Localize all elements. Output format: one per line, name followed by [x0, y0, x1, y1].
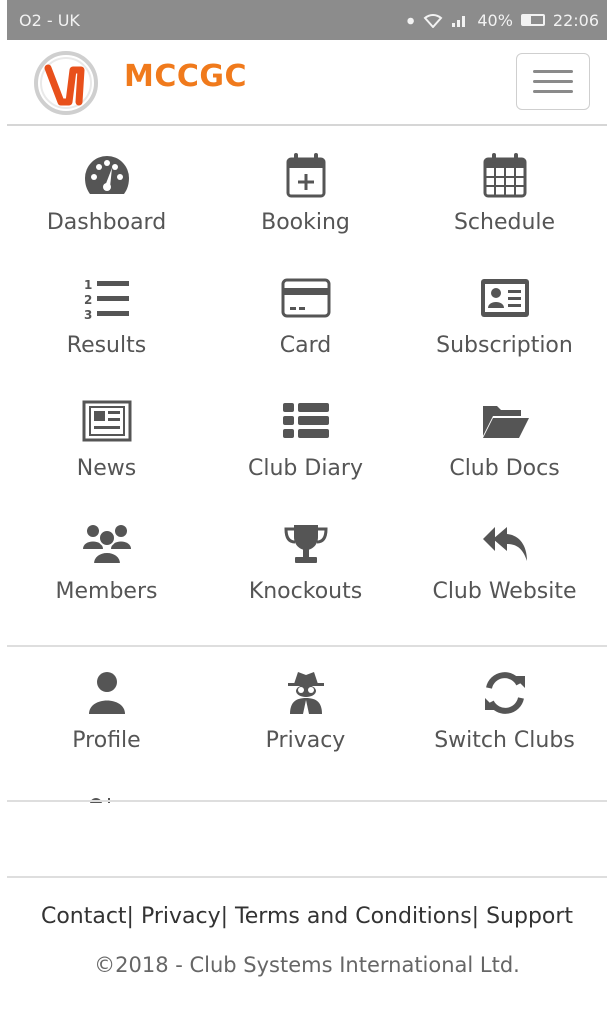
- signal-icon: [452, 16, 466, 27]
- tile-label: Results: [66, 333, 147, 358]
- menu-tile-profile[interactable]: Profile: [7, 668, 206, 778]
- list-icon: [282, 403, 329, 438]
- copyright-text: ©2018 - Club Systems International Ltd.: [94, 953, 520, 977]
- tile-label: Club Diary: [248, 456, 363, 481]
- tile-label: Members: [55, 579, 158, 604]
- menu-tile-club-diary[interactable]: Club Diary: [206, 396, 405, 519]
- main-menu-grid: Dashboard Booking Schedule 1 2 3 Results: [7, 150, 607, 642]
- menu-tile-club-docs[interactable]: Club Docs: [405, 396, 604, 519]
- user-icon: [88, 672, 125, 714]
- reply-all-icon: [482, 527, 527, 561]
- link-separator: |: [220, 904, 229, 929]
- menu-tile-switch-clubs[interactable]: Switch Clubs: [405, 668, 604, 778]
- refresh-icon: [484, 672, 525, 714]
- menu-toggle-button[interactable]: [516, 53, 590, 110]
- tile-label: Knockouts: [248, 579, 363, 604]
- link-separator: |: [471, 904, 480, 929]
- menu-tile-dashboard[interactable]: Dashboard: [7, 150, 206, 273]
- menu-tile-booking[interactable]: Booking: [206, 150, 405, 273]
- tile-label: News: [76, 456, 137, 481]
- hamburger-line: [533, 90, 573, 93]
- tile-label: Profile: [72, 728, 141, 753]
- svg-text:1: 1: [84, 278, 92, 292]
- folder-open-icon: [482, 406, 529, 438]
- menu-tile-news[interactable]: News: [7, 396, 206, 519]
- tile-label: Schedule: [453, 210, 556, 235]
- section-divider: [7, 800, 607, 802]
- menu-divider: [7, 645, 607, 647]
- wifi-icon: [423, 14, 443, 28]
- carrier-label: O2 - UK: [19, 10, 80, 30]
- trophy-icon: [283, 525, 328, 563]
- tile-label: Booking: [261, 210, 350, 235]
- brand-name[interactable]: MCCGC: [124, 59, 247, 94]
- tile-label: Card: [279, 333, 332, 358]
- svg-text:3: 3: [84, 308, 92, 321]
- tile-label: Club Website: [432, 579, 577, 604]
- credit-card-icon: [281, 278, 330, 318]
- navbar: MCCGC: [7, 40, 607, 126]
- mccgc-logo-icon[interactable]: [33, 50, 99, 116]
- battery-percent: 40%: [477, 10, 513, 30]
- tile-label: Dashboard: [46, 210, 167, 235]
- footer-divider: [7, 876, 607, 878]
- privacy-link[interactable]: Privacy: [141, 904, 221, 929]
- users-icon: [82, 525, 131, 565]
- tile-label: Club Docs: [449, 456, 560, 481]
- ordered-list-icon: 1 2 3: [84, 278, 129, 321]
- tile-label: Privacy: [265, 728, 346, 753]
- user-secret-icon: [287, 672, 324, 714]
- link-separator: |: [126, 904, 134, 929]
- menu-tile-schedule[interactable]: Schedule: [405, 150, 604, 273]
- vibrate-icon: ⦁: [406, 11, 416, 29]
- svg-text:2: 2: [84, 293, 92, 307]
- id-card-icon: [480, 279, 529, 317]
- menu-tile-privacy[interactable]: Privacy: [206, 668, 405, 778]
- status-bar: O2 - UK ⦁ 40% 22:06: [7, 0, 607, 40]
- status-icons: ⦁ 40% 22:06: [407, 11, 599, 30]
- menu-tile-knockouts[interactable]: Knockouts: [206, 519, 405, 642]
- tile-label: Subscription: [436, 333, 573, 358]
- calendar-icon: [483, 153, 526, 198]
- battery-icon: [520, 14, 545, 26]
- tile-label: Switch Clubs: [434, 728, 575, 753]
- newspaper-icon: [82, 400, 131, 442]
- menu-tile-results[interactable]: 1 2 3 Results: [7, 273, 206, 396]
- calendar-plus-icon: [286, 153, 325, 198]
- dashboard-icon: [84, 156, 129, 194]
- menu-tile-members[interactable]: Members: [7, 519, 206, 642]
- contact-link[interactable]: Contact: [41, 904, 127, 929]
- clock: 22:06: [552, 10, 599, 30]
- menu-tile-club-website[interactable]: Club Website: [405, 519, 604, 642]
- account-menu-grid: Profile Privacy Switch Clubs: [7, 668, 607, 778]
- footer-links: Contact| Privacy| Terms and Conditions| …: [7, 904, 607, 929]
- hamburger-line: [533, 80, 573, 83]
- terms-link[interactable]: Terms and Conditions: [235, 904, 472, 929]
- hamburger-icon: [533, 70, 573, 73]
- support-link[interactable]: Support: [486, 904, 573, 929]
- menu-tile-subscription[interactable]: Subscription: [405, 273, 604, 396]
- menu-tile-card[interactable]: Card: [206, 273, 405, 396]
